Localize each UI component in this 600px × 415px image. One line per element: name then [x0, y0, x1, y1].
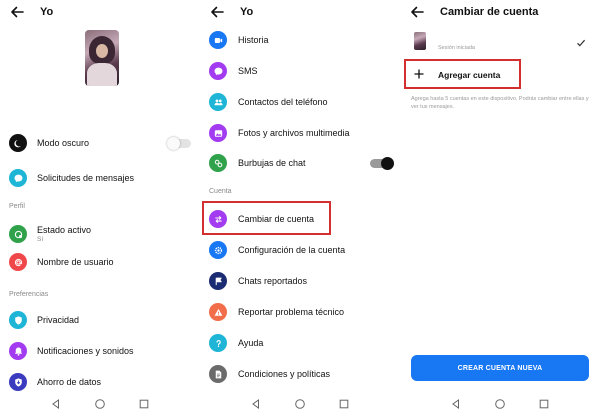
add-account-label: Agregar cuenta: [438, 70, 501, 80]
row-privacy[interactable]: Privacidad: [0, 307, 200, 333]
active-status-icon: [9, 225, 27, 243]
header: Yo: [0, 0, 200, 26]
row-data-saver[interactable]: Ahorro de datos: [0, 369, 200, 395]
nav-back-icon[interactable]: [50, 398, 62, 410]
back-arrow-icon[interactable]: [209, 4, 225, 20]
nav-back-icon[interactable]: [250, 398, 262, 410]
nav-home-icon[interactable]: [294, 398, 306, 410]
gear-icon: [209, 241, 227, 259]
warning-icon: [209, 303, 227, 321]
label-story: Historia: [238, 35, 269, 45]
section-profile: Perfil: [9, 203, 25, 210]
row-photos-media[interactable]: Fotos y archivos multimedia: [200, 120, 400, 146]
chat-bubble-icon: [9, 169, 27, 187]
row-username[interactable]: Nombre de usuario: [0, 249, 200, 275]
row-help[interactable]: Ayuda: [200, 330, 400, 356]
label-message-requests: Solicitudes de mensajes: [37, 173, 135, 183]
plus-icon: [414, 69, 424, 79]
photo-icon: [209, 124, 227, 142]
label-reported-chats: Chats reportados: [238, 276, 308, 286]
row-account-settings[interactable]: Configuración de la cuenta: [200, 237, 400, 263]
nav-recent-icon[interactable]: [338, 398, 350, 410]
page-title: Yo: [240, 6, 254, 18]
label-phone-contacts: Contactos del teléfono: [238, 97, 328, 107]
shield-icon: [9, 311, 27, 329]
panel-me-settings: Yo Modo oscuro Solicitudes de mensajes P…: [0, 0, 200, 415]
row-report-problem[interactable]: Reportar problema técnico: [200, 299, 400, 325]
data-shield-icon: [9, 373, 27, 391]
label-terms-policies: Condiciones y políticas: [238, 369, 331, 379]
sms-icon: [209, 62, 227, 80]
account-status: Sesión iniciada: [438, 45, 475, 51]
row-phone-contacts[interactable]: Contactos del teléfono: [200, 89, 400, 115]
label-notifications: Notificaciones y sonidos: [37, 346, 134, 356]
label-account-settings: Configuración de la cuenta: [238, 245, 346, 255]
label-switch-account: Cambiar de cuenta: [238, 214, 315, 224]
add-account-button[interactable]: Agregar cuenta: [400, 62, 600, 86]
label-sms: SMS: [238, 66, 258, 76]
label-report-problem: Reportar problema técnico: [238, 307, 345, 317]
android-nav-bar: [400, 393, 600, 415]
create-new-account-button[interactable]: CREAR CUENTA NUEVA: [411, 355, 589, 381]
header: Yo: [200, 0, 400, 26]
label-username: Nombre de usuario: [37, 257, 114, 267]
label-dark-mode: Modo oscuro: [37, 138, 90, 148]
row-reported-chats[interactable]: Chats reportados: [200, 268, 400, 294]
chat-heads-toggle[interactable]: [370, 157, 394, 170]
help-text: Agrega hasta 5 cuentas en este dispositi…: [411, 96, 589, 110]
label-chat-heads: Burbujas de chat: [238, 158, 306, 168]
nav-recent-icon[interactable]: [138, 398, 150, 410]
check-icon: [577, 39, 586, 47]
contacts-icon: [209, 93, 227, 111]
row-sms[interactable]: SMS: [200, 58, 400, 84]
header: Cambiar de cuenta: [400, 0, 600, 26]
dark-mode-toggle[interactable]: [167, 137, 191, 150]
help-icon: [209, 334, 227, 352]
profile-photo[interactable]: [85, 30, 119, 86]
page-title: Yo: [40, 6, 54, 18]
android-nav-bar: [0, 393, 200, 415]
section-preferences: Preferencias: [9, 291, 49, 298]
nav-back-icon[interactable]: [450, 398, 462, 410]
panel-switch-account: Cambiar de cuenta Sesión iniciada Agrega…: [400, 0, 600, 415]
android-nav-bar: [200, 393, 400, 415]
at-sign-icon: [9, 253, 27, 271]
panel-me-account: Yo Historia SMS Contactos del teléfono F…: [200, 0, 400, 415]
nav-recent-icon[interactable]: [538, 398, 550, 410]
bell-icon: [9, 342, 27, 360]
row-switch-account[interactable]: Cambiar de cuenta: [200, 206, 400, 232]
back-arrow-icon[interactable]: [9, 4, 25, 20]
label-privacy: Privacidad: [37, 315, 80, 325]
chat-heads-icon: [209, 154, 227, 172]
label-help: Ayuda: [238, 338, 264, 348]
document-icon: [209, 365, 227, 383]
switch-account-icon: [209, 210, 227, 228]
row-story[interactable]: Historia: [200, 27, 400, 53]
page-title: Cambiar de cuenta: [440, 6, 539, 18]
label-photos-media: Fotos y archivos multimedia: [238, 128, 350, 138]
current-account-row[interactable]: Sesión iniciada: [400, 28, 600, 54]
nav-home-icon[interactable]: [94, 398, 106, 410]
back-arrow-icon[interactable]: [409, 4, 425, 20]
label-data-saver: Ahorro de datos: [37, 377, 102, 387]
row-active-status[interactable]: Estado activo Sí: [0, 220, 200, 248]
story-icon: [209, 31, 227, 49]
row-terms-policies[interactable]: Condiciones y políticas: [200, 361, 400, 387]
flag-icon: [209, 272, 227, 290]
section-account: Cuenta: [209, 188, 232, 195]
moon-icon: [9, 134, 27, 152]
row-notifications[interactable]: Notificaciones y sonidos: [0, 338, 200, 364]
row-message-requests[interactable]: Solicitudes de mensajes: [0, 165, 200, 191]
active-status-value: Sí: [37, 236, 44, 243]
account-avatar: [414, 32, 426, 50]
label-active-status: Estado activo: [37, 225, 92, 235]
nav-home-icon[interactable]: [494, 398, 506, 410]
